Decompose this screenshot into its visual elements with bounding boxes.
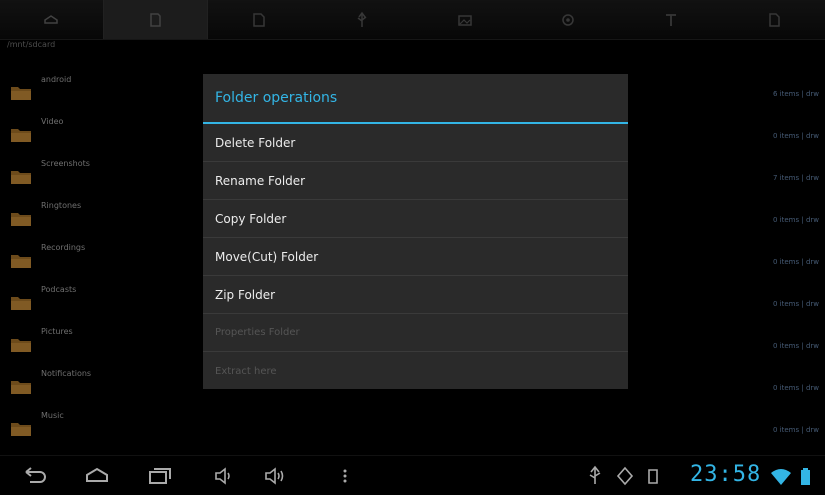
option-delete-folder[interactable]: Delete Folder xyxy=(203,124,628,162)
battery-icon xyxy=(793,465,819,489)
folder-operations-dialog: Folder operations Delete Folder Rename Fo… xyxy=(203,74,628,389)
debug-status-icon xyxy=(612,464,638,488)
option-copy-folder[interactable]: Copy Folder xyxy=(203,200,628,238)
menu-icon[interactable] xyxy=(332,464,358,488)
wifi-icon xyxy=(768,465,794,489)
option-properties-folder: Properties Folder xyxy=(203,314,628,352)
option-zip-folder[interactable]: Zip Folder xyxy=(203,276,628,314)
clock: 23:58 xyxy=(690,462,762,487)
usb-status-icon xyxy=(582,464,608,488)
sdcard-status-icon xyxy=(640,464,666,488)
volume-down-icon[interactable] xyxy=(210,464,236,488)
home-icon[interactable] xyxy=(84,464,110,488)
dialog-title: Folder operations xyxy=(203,74,628,124)
navigation-bar: 23:58 xyxy=(0,455,825,495)
dialog-options: Delete Folder Rename Folder Copy Folder Mov… xyxy=(203,124,628,390)
recent-apps-icon[interactable] xyxy=(146,464,172,488)
option-move-cut-folder[interactable]: Move(Cut) Folder xyxy=(203,238,628,276)
back-icon[interactable] xyxy=(22,464,48,488)
volume-up-icon[interactable] xyxy=(262,464,288,488)
option-rename-folder[interactable]: Rename Folder xyxy=(203,162,628,200)
option-extract-here: Extract here xyxy=(215,365,277,377)
